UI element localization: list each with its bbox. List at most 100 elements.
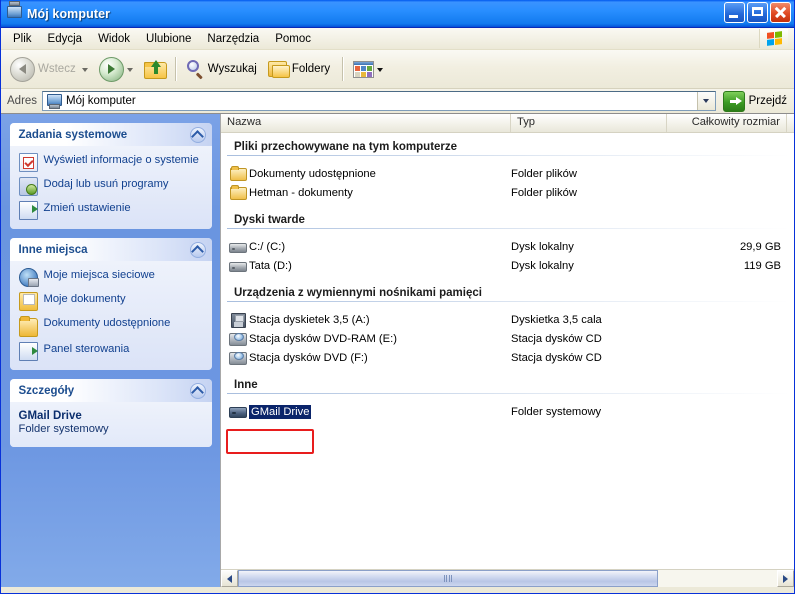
forward-button[interactable] bbox=[95, 54, 140, 84]
views-dropdown-caret[interactable] bbox=[377, 68, 384, 72]
up-button[interactable] bbox=[140, 54, 170, 84]
address-dropdown-button[interactable] bbox=[696, 92, 715, 110]
my-computer-icon bbox=[6, 0, 22, 22]
hard-drive-icon bbox=[229, 239, 247, 254]
group-title: Dyski twarde bbox=[234, 214, 305, 226]
table-row[interactable]: C:/ (C:) Dysk lokalny 29,9 GB bbox=[221, 237, 794, 256]
row-type-cell: Folder plików bbox=[511, 186, 577, 199]
column-header-name[interactable]: Nazwa bbox=[221, 114, 511, 132]
folder-icon bbox=[229, 166, 247, 181]
go-label: Przejdź bbox=[748, 95, 787, 107]
row-type-cell: Folder plików bbox=[511, 167, 577, 180]
window-title: Mój komputer bbox=[27, 6, 111, 21]
system-info-icon bbox=[18, 153, 38, 172]
sidebar-item-network-places[interactable]: Moje miejsca sieciowe bbox=[18, 268, 204, 287]
row-type-cell: Dysk lokalny bbox=[511, 240, 574, 253]
sidebar-item-my-documents[interactable]: Moje dokumenty bbox=[18, 292, 204, 311]
row-name-text: Dokumenty udostępnione bbox=[249, 167, 376, 180]
column-header-type[interactable]: Typ bbox=[511, 114, 667, 132]
row-name-cell: C:/ (C:) bbox=[229, 239, 511, 254]
toolbar: Wstecz Wyszukaj Foldery bbox=[1, 50, 794, 89]
row-size-cell: 29,9 GB bbox=[739, 240, 781, 253]
folders-icon bbox=[267, 60, 290, 78]
network-places-icon bbox=[18, 268, 39, 287]
column-header-size[interactable]: Całkowity rozmiar bbox=[667, 114, 787, 132]
table-row[interactable]: Dokumenty udostępnione Folder plików bbox=[221, 164, 794, 183]
collapse-chevron-icon[interactable] bbox=[189, 126, 206, 143]
folders-button[interactable]: Foldery bbox=[264, 54, 337, 84]
table-row[interactable]: Stacja dyskietek 3,5 (A:) Dyskietka 3,5 … bbox=[221, 310, 794, 329]
row-name-text: C:/ (C:) bbox=[249, 240, 286, 253]
sidebar-item-control-panel[interactable]: Panel sterowania bbox=[18, 342, 204, 361]
table-row[interactable]: Stacja dysków DVD-RAM (E:) Stacja dysków… bbox=[221, 329, 794, 348]
panel-other-places-title: Inne miejsca bbox=[18, 243, 88, 256]
row-name-text: Stacja dysków DVD-RAM (E:) bbox=[249, 332, 397, 345]
go-button[interactable]: Przejdź bbox=[722, 90, 790, 112]
minimize-button[interactable] bbox=[724, 2, 745, 23]
scroll-thumb[interactable] bbox=[238, 570, 659, 587]
row-name-text: Hetman - dokumenty bbox=[249, 186, 353, 199]
menu-item-plik[interactable]: Plik bbox=[5, 31, 40, 47]
window-body: Zadania systemowe Wyświetl informacje o … bbox=[1, 114, 794, 587]
row-name-cell: Stacja dysków DVD (F:) bbox=[229, 350, 511, 365]
back-button[interactable]: Wstecz bbox=[6, 54, 95, 84]
panel-system-tasks-body: Wyświetl informacje o systemie Dodaj lub… bbox=[9, 146, 212, 229]
collapse-chevron-icon[interactable] bbox=[189, 382, 206, 399]
panel-other-places: Inne miejsca Moje miejsca sieciowe Moje … bbox=[9, 238, 212, 370]
menu-item-ulubione[interactable]: Ulubione bbox=[138, 31, 199, 47]
gmail-drive-icon bbox=[229, 404, 247, 419]
menu-item-narzedzia[interactable]: Narzędzia bbox=[199, 31, 267, 47]
scroll-left-button[interactable] bbox=[221, 570, 238, 587]
group-title: Urządzenia z wymiennymi nośnikami pamięc… bbox=[234, 287, 482, 299]
menu-item-edycja[interactable]: Edycja bbox=[40, 31, 91, 47]
maximize-button[interactable] bbox=[747, 2, 768, 23]
sidebar-item-system-info[interactable]: Wyświetl informacje o systemie bbox=[18, 153, 204, 172]
panel-system-tasks-title: Zadania systemowe bbox=[18, 128, 128, 141]
panel-details: Szczegóły GMail Drive Folder systemowy bbox=[9, 379, 212, 447]
go-arrow-icon bbox=[722, 90, 745, 112]
search-button[interactable]: Wyszukaj bbox=[182, 54, 264, 84]
window-controls bbox=[724, 2, 791, 23]
row-type-cell: Stacja dysków CD bbox=[511, 351, 602, 364]
change-settings-icon bbox=[18, 201, 38, 220]
row-name-cell: Stacja dysków DVD-RAM (E:) bbox=[229, 331, 511, 346]
address-bar: Adres Mój komputer Przejdź bbox=[1, 89, 794, 114]
panel-system-tasks-header[interactable]: Zadania systemowe bbox=[9, 123, 212, 146]
column-headers: Nazwa Typ Całkowity rozmiar bbox=[221, 114, 794, 133]
forward-dropdown-caret[interactable] bbox=[126, 68, 133, 72]
menu-bar: Plik Edycja Widok Ulubione Narzędzia Pom… bbox=[1, 28, 794, 50]
table-row-selected[interactable]: GMail Drive Folder systemowy bbox=[221, 402, 794, 421]
table-row[interactable]: Tata (D:) Dysk lokalny 119 GB bbox=[221, 256, 794, 275]
sidebar-item-shared-documents[interactable]: Dokumenty udostępnione bbox=[18, 316, 204, 337]
views-button[interactable] bbox=[349, 54, 390, 84]
table-row[interactable]: Stacja dysków DVD (F:) Stacja dysków CD bbox=[221, 348, 794, 367]
menu-item-pomoc[interactable]: Pomoc bbox=[267, 31, 319, 47]
control-panel-icon bbox=[18, 342, 38, 361]
row-name-cell: Hetman - dokumenty bbox=[229, 185, 511, 200]
panel-other-places-header[interactable]: Inne miejsca bbox=[9, 238, 212, 261]
group-title: Pliki przechowywane na tym komputerze bbox=[234, 141, 458, 153]
row-name-cell: Dokumenty udostępnione bbox=[229, 166, 511, 181]
row-name-cell: Tata (D:) bbox=[229, 258, 511, 273]
views-icon bbox=[353, 60, 375, 78]
folder-icon bbox=[229, 185, 247, 200]
close-button[interactable] bbox=[770, 2, 791, 23]
scroll-right-button[interactable] bbox=[777, 570, 794, 587]
windows-flag-logo bbox=[759, 29, 788, 48]
panel-details-header[interactable]: Szczegóły bbox=[9, 379, 212, 402]
sidebar-item-label: Dodaj lub usuń programy bbox=[43, 178, 169, 190]
sidebar-item-change-settings[interactable]: Zmień ustawienie bbox=[18, 201, 204, 220]
collapse-chevron-icon[interactable] bbox=[189, 241, 206, 258]
file-list: Pliki przechowywane na tym komputerze Do… bbox=[221, 133, 794, 569]
details-item-type: Folder systemowy bbox=[18, 423, 109, 435]
scroll-track[interactable] bbox=[238, 570, 777, 587]
back-dropdown-caret[interactable] bbox=[81, 68, 88, 72]
sidebar-item-add-remove-programs[interactable]: Dodaj lub usuń programy bbox=[18, 177, 204, 196]
row-name-cell: GMail Drive bbox=[229, 404, 511, 419]
group-title: Inne bbox=[234, 379, 258, 391]
forward-arrow-icon bbox=[98, 56, 124, 82]
menu-item-widok[interactable]: Widok bbox=[90, 31, 138, 47]
address-input[interactable]: Mój komputer bbox=[42, 91, 716, 111]
horizontal-scrollbar[interactable] bbox=[221, 569, 794, 587]
table-row[interactable]: Hetman - dokumenty Folder plików bbox=[221, 183, 794, 202]
